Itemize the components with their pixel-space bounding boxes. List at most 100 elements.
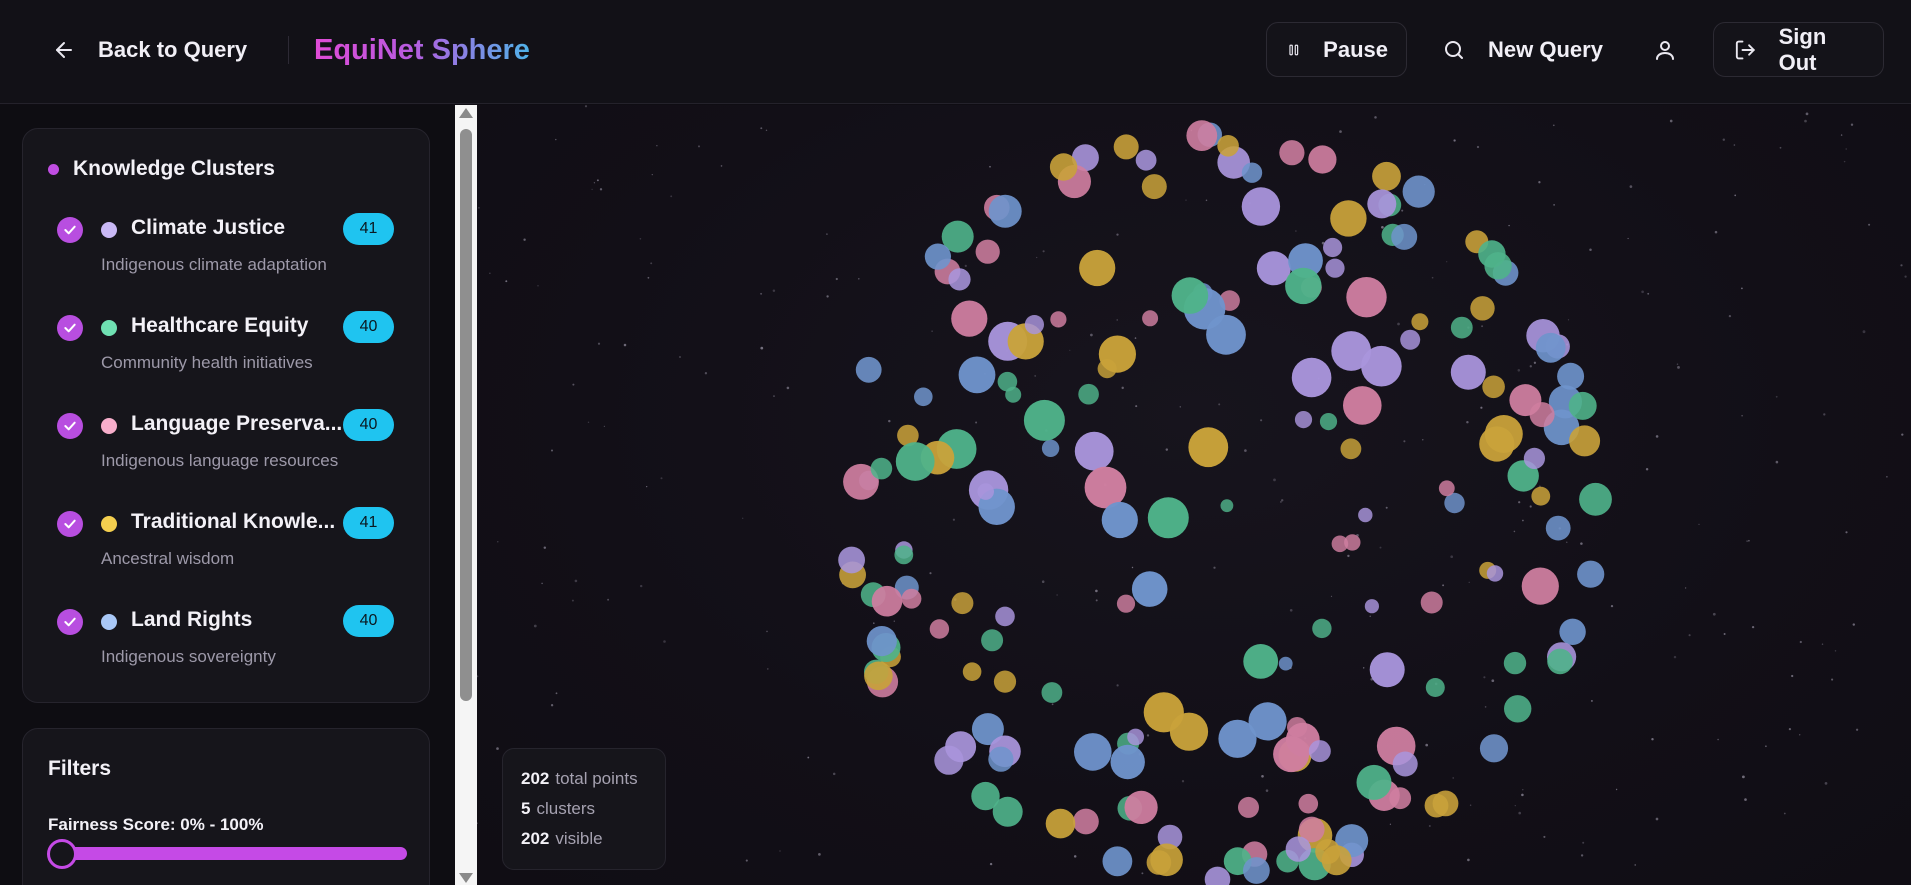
data-point[interactable] [1041,682,1063,703]
data-point[interactable] [871,585,903,617]
data-point[interactable] [1319,413,1338,431]
scrollbar-thumb[interactable] [460,129,472,701]
data-point[interactable] [962,662,982,681]
data-point[interactable] [1308,740,1331,763]
data-point[interactable] [1074,733,1112,771]
cluster-item-traditional-knowledge[interactable]: Traditional Knowle... 41 Ancestral wisdo… [57,507,397,587]
data-point[interactable] [864,661,893,691]
data-point[interactable] [1294,411,1313,429]
data-point[interactable] [1124,790,1158,825]
data-point[interactable] [1101,501,1138,539]
data-point[interactable] [895,442,935,481]
data-point[interactable] [894,545,914,565]
sign-out-button[interactable]: Sign Out [1713,22,1884,77]
data-point[interactable] [1450,354,1486,390]
data-point[interactable] [1369,652,1405,688]
data-point[interactable] [1312,618,1332,639]
data-point[interactable] [975,239,1000,264]
data-point[interactable] [1579,482,1612,516]
data-point[interactable] [1050,311,1067,328]
data-point[interactable] [1243,857,1270,884]
data-point[interactable] [1438,480,1455,497]
data-point[interactable] [1340,438,1362,460]
data-point[interactable] [1325,258,1345,278]
data-point[interactable] [1367,189,1397,219]
cluster-checkbox[interactable] [57,315,83,341]
data-point[interactable] [1045,808,1076,839]
data-point[interactable] [1206,314,1246,355]
cluster-item-climate-justice[interactable]: Climate Justice 41 Indigenous climate ad… [57,213,397,293]
data-point[interactable] [971,781,1000,811]
data-point[interactable] [1402,175,1435,208]
user-profile-button[interactable] [1648,34,1682,66]
fairness-slider-track[interactable] [61,847,407,860]
data-point[interactable] [901,588,922,609]
data-point[interactable] [1023,399,1065,441]
data-point[interactable] [1411,313,1429,331]
data-point[interactable] [1545,515,1571,541]
data-point[interactable] [1364,599,1379,614]
data-point[interactable] [1521,567,1559,605]
data-point[interactable] [995,606,1015,627]
cluster-checkbox[interactable] [57,217,83,243]
data-point[interactable] [1285,267,1322,305]
data-point[interactable] [855,356,882,383]
data-point[interactable] [948,268,971,291]
data-point[interactable] [1098,335,1136,373]
data-point[interactable] [1241,162,1263,183]
data-point[interactable] [1391,223,1418,250]
data-point[interactable] [1484,252,1512,280]
data-point[interactable] [1315,839,1341,865]
data-point[interactable] [1188,427,1229,468]
data-point[interactable] [945,731,977,763]
data-point[interactable] [1074,431,1114,471]
data-point[interactable] [1577,560,1605,588]
data-point[interactable] [1102,846,1133,877]
data-point[interactable] [838,546,865,574]
cluster-item-language-preservation[interactable]: Language Preserva... 40 Indigenous langu… [57,409,397,489]
data-point[interactable] [1079,249,1116,287]
data-point[interactable] [1392,751,1418,777]
data-point[interactable] [1484,415,1523,453]
data-point[interactable] [1559,618,1586,645]
data-point[interactable] [977,483,994,500]
data-point[interactable] [1569,425,1601,457]
data-point[interactable] [1256,251,1291,286]
data-point[interactable] [1291,357,1332,398]
pause-button[interactable]: Pause [1266,22,1407,77]
data-point[interactable] [1217,135,1239,157]
scroll-down-arrow-icon[interactable] [459,873,473,883]
data-point[interactable] [1389,787,1412,810]
data-point[interactable] [1450,316,1473,339]
cluster-item-healthcare-equity[interactable]: Healthcare Equity 40 Community health in… [57,311,397,391]
data-point[interactable] [993,670,1017,693]
sphere-canvas[interactable] [477,105,1911,885]
data-point[interactable] [1346,277,1387,318]
data-point[interactable] [1241,187,1281,226]
data-point[interactable] [988,194,1022,228]
new-query-button[interactable]: New Query [1442,22,1603,77]
data-point[interactable] [1503,651,1527,675]
scroll-up-arrow-icon[interactable] [459,108,473,118]
data-point[interactable] [1073,808,1099,835]
cluster-checkbox[interactable] [57,413,83,439]
data-point[interactable] [1278,656,1293,671]
cluster-checkbox[interactable] [57,609,83,635]
cluster-item-land-rights[interactable]: Land Rights 40 Indigenous sovereignty [57,605,397,685]
back-to-query-button[interactable]: Back to Query [52,30,247,70]
data-point[interactable] [924,243,951,270]
data-point[interactable] [1323,237,1343,258]
data-point[interactable] [1220,499,1234,513]
data-point[interactable] [1150,843,1183,877]
data-point[interactable] [1248,702,1287,741]
data-point[interactable] [1531,486,1551,506]
data-point[interactable] [1535,332,1566,363]
data-point[interactable] [1356,764,1392,800]
data-point[interactable] [1523,447,1545,469]
data-point[interactable] [1557,362,1585,390]
data-point[interactable] [1135,149,1157,171]
data-point[interactable] [870,457,893,480]
data-point[interactable] [1279,140,1305,166]
data-point[interactable] [1479,734,1509,763]
data-point[interactable] [1113,134,1139,160]
